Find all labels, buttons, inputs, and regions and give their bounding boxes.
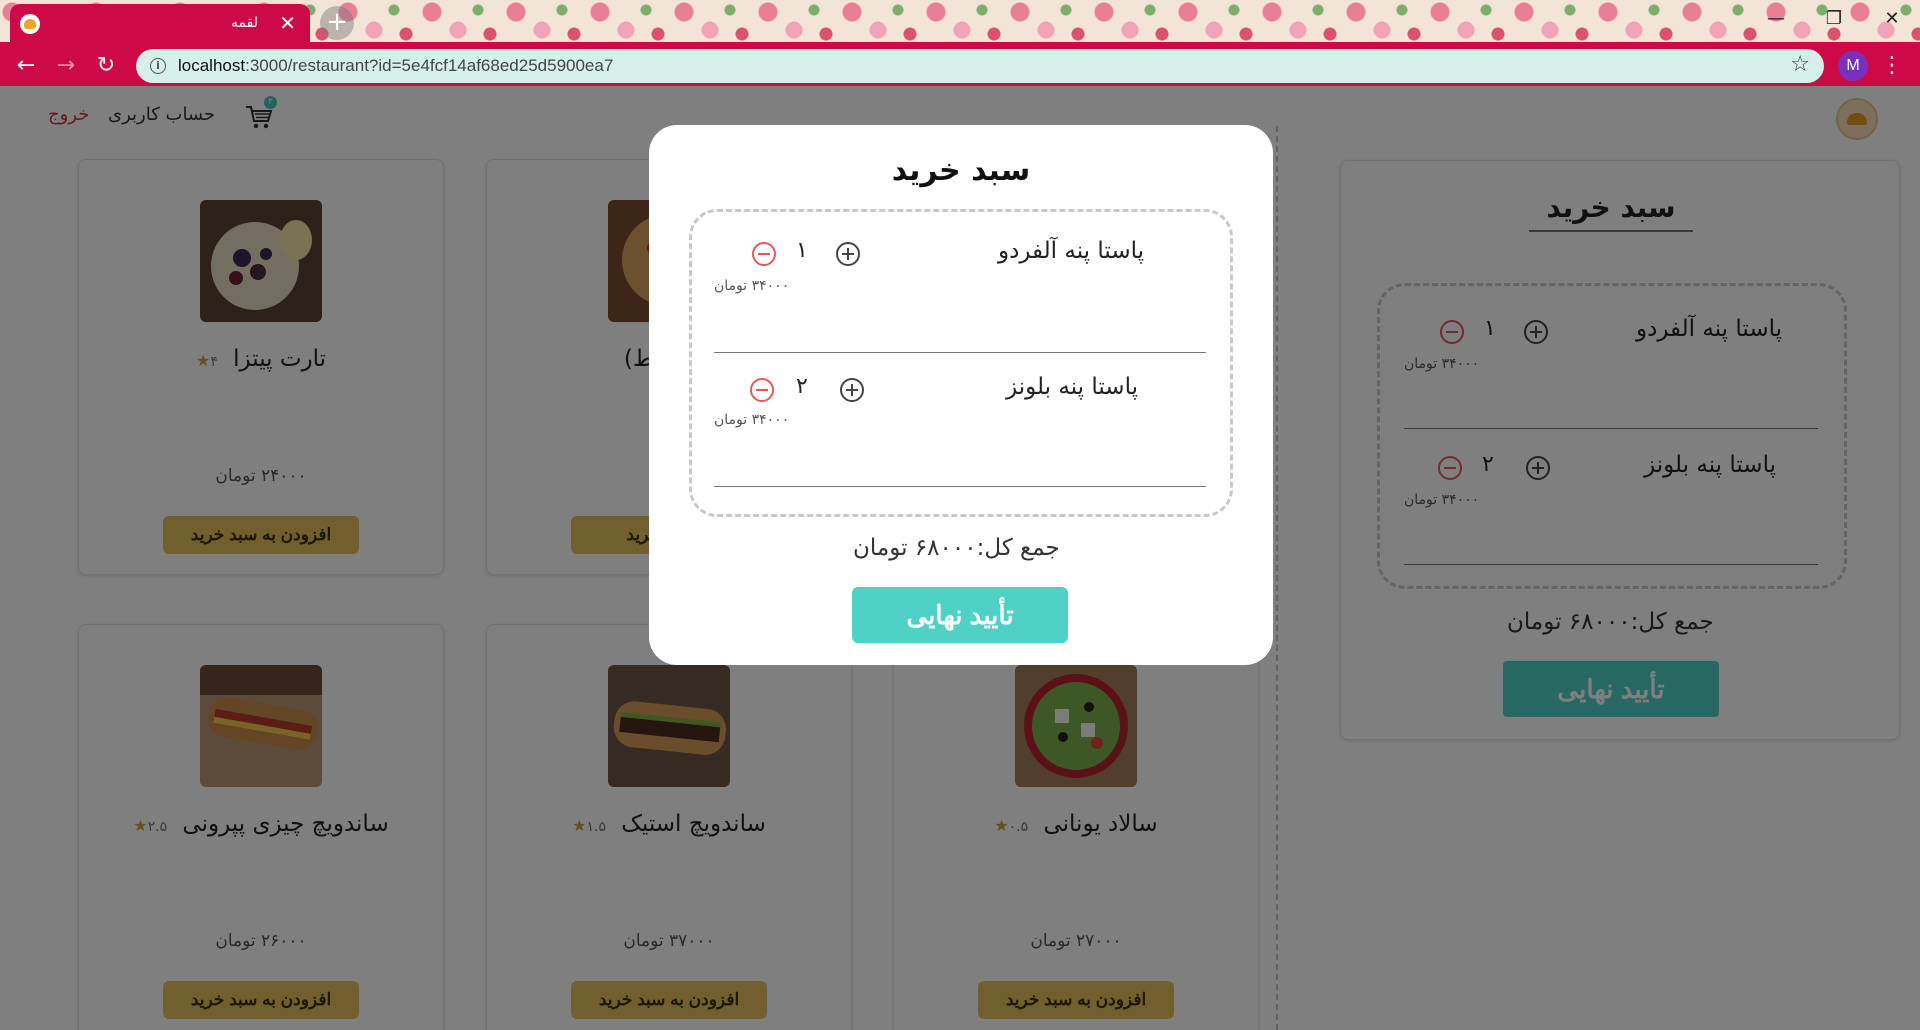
- cart-item-separator: [714, 486, 1206, 487]
- address-url[interactable]: localhost:3000/restaurant?id=5e4fcf14af6…: [178, 56, 613, 76]
- cart-modal-title: سبد خرید: [891, 153, 1031, 188]
- cart-total: جمع کل:۶۸۰۰۰ تومان: [853, 535, 1060, 561]
- increase-quantity-icon[interactable]: [840, 378, 864, 402]
- cart-item-name: پاستا پنه بلونز: [1006, 374, 1138, 400]
- reload-icon[interactable]: ↻: [90, 50, 122, 82]
- forward-arrow-icon[interactable]: →: [50, 50, 82, 82]
- cart-item-quantity: ۲: [796, 374, 808, 399]
- bookmark-star-icon[interactable]: ☆: [1790, 52, 1810, 77]
- increase-quantity-icon[interactable]: [836, 242, 860, 266]
- cart-item-quantity: ۱: [796, 238, 808, 263]
- cart-items-box: پاستا پنه آلفردو ۱ ۳۴۰۰۰ تومان پاستا پنه…: [689, 209, 1233, 517]
- cart-item-price: ۳۴۰۰۰ تومان: [714, 278, 790, 294]
- decrease-quantity-icon[interactable]: [750, 378, 774, 402]
- site-info-icon[interactable]: i: [150, 58, 166, 74]
- cart-item-separator: [714, 352, 1206, 353]
- new-tab-button[interactable]: +: [320, 6, 354, 40]
- cart-item-price: ۳۴۰۰۰ تومان: [714, 412, 790, 428]
- tab-favicon-icon: [20, 14, 40, 34]
- tab-close-icon[interactable]: ✕: [279, 11, 296, 35]
- back-arrow-icon[interactable]: ←: [10, 50, 42, 82]
- browser-menu-icon[interactable]: ⋮: [1880, 50, 1904, 82]
- browser-tab[interactable]: لقمه ✕: [10, 4, 310, 44]
- cart-modal: سبد خرید پاستا پنه آلفردو ۱ ۳۴۰۰۰ تومان …: [649, 125, 1273, 665]
- cart-item-name: پاستا پنه آلفردو: [998, 238, 1144, 264]
- minimize-window-icon[interactable]: —: [1754, 4, 1798, 34]
- decrease-quantity-icon[interactable]: [752, 242, 776, 266]
- tab-title: لقمه: [231, 15, 258, 31]
- browser-toolbar: ← → ↻ i localhost:3000/restaurant?id=5e4…: [0, 46, 1920, 86]
- address-bar[interactable]: i localhost:3000/restaurant?id=5e4fcf14a…: [136, 49, 1824, 83]
- restore-window-icon[interactable]: ❐: [1812, 4, 1856, 34]
- confirm-order-button[interactable]: تأیید نهایی: [852, 587, 1068, 643]
- restaurant-page: ۲ حساب کاربری خروج تارت پیتزا ۴★ ۲۴۰۰۰ ت…: [0, 86, 1920, 1030]
- profile-avatar[interactable]: M: [1838, 51, 1868, 81]
- close-window-icon[interactable]: ✕: [1870, 4, 1914, 34]
